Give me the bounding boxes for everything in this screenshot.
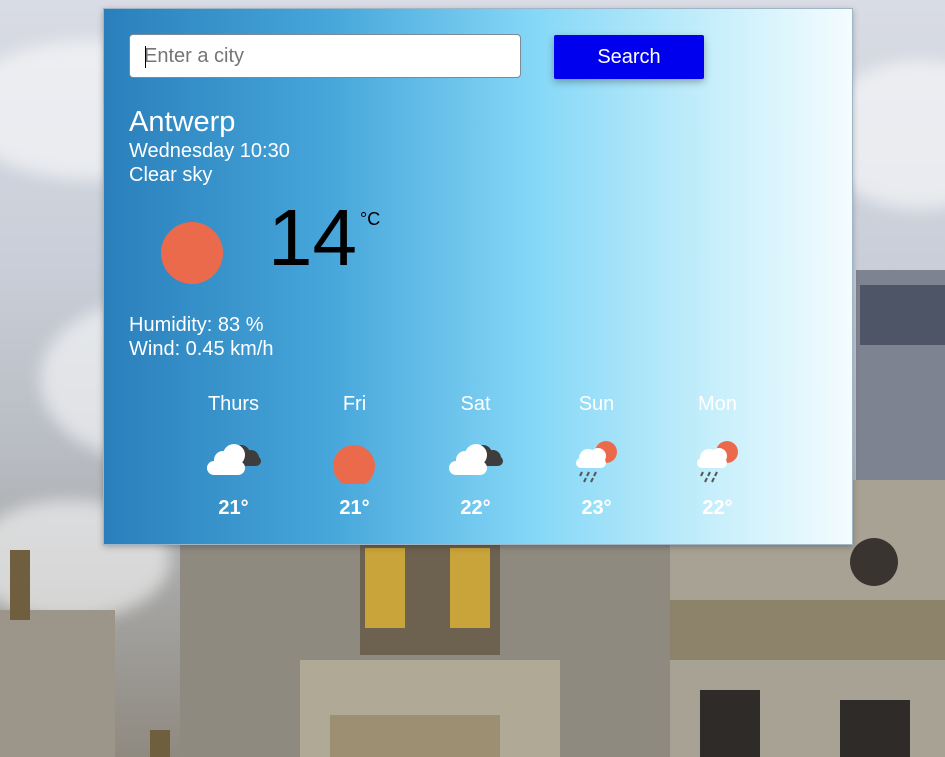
weather-description: Clear sky <box>129 164 213 186</box>
forecast-day: Thurs 21° <box>173 392 294 532</box>
cloudy-icon <box>207 444 261 475</box>
forecast-day-name: Mon <box>698 393 737 415</box>
forecast-day: Sat 22° <box>415 392 536 532</box>
forecast-temp: 21° <box>218 497 249 519</box>
forecast-temp: 22° <box>460 497 491 519</box>
forecast-day-name: Sat <box>460 393 491 415</box>
forecast-day-name: Fri <box>342 393 367 415</box>
forecast-day: Sun 23° <box>536 392 657 532</box>
rain-sun-icon <box>697 441 738 483</box>
forecast-day: Fri 21° <box>294 392 415 532</box>
forecast-row: Thurs 21° Fri 21° Sat 22° Sun 23° Mon 22… <box>173 392 778 532</box>
text-caret <box>145 46 146 68</box>
forecast-day-name: Sun <box>578 393 615 415</box>
rain-sun-icon <box>576 441 617 483</box>
wind-readout: Wind: 0.45 km/h <box>129 338 274 360</box>
forecast-day: Mon 22° <box>657 392 778 532</box>
weather-card: Search Antwerp Wednesday 10:30 Clear sky… <box>103 8 853 545</box>
city-name: Antwerp <box>129 106 236 138</box>
cloudy-icon <box>449 444 503 475</box>
current-temperature: 14 <box>268 193 357 282</box>
forecast-day-name: Thurs <box>207 393 260 415</box>
temperature-unit: °C <box>360 209 381 229</box>
search-button[interactable]: Search <box>554 35 704 79</box>
current-datetime: Wednesday 10:30 <box>129 140 290 162</box>
city-search-input[interactable] <box>129 34 521 78</box>
forecast-temp: 21° <box>339 497 370 519</box>
forecast-temp: 22° <box>702 497 733 519</box>
sun-icon <box>161 222 223 284</box>
sun-icon <box>333 445 375 484</box>
forecast-temp: 23° <box>581 497 612 519</box>
humidity-readout: Humidity: 83 % <box>129 314 264 336</box>
